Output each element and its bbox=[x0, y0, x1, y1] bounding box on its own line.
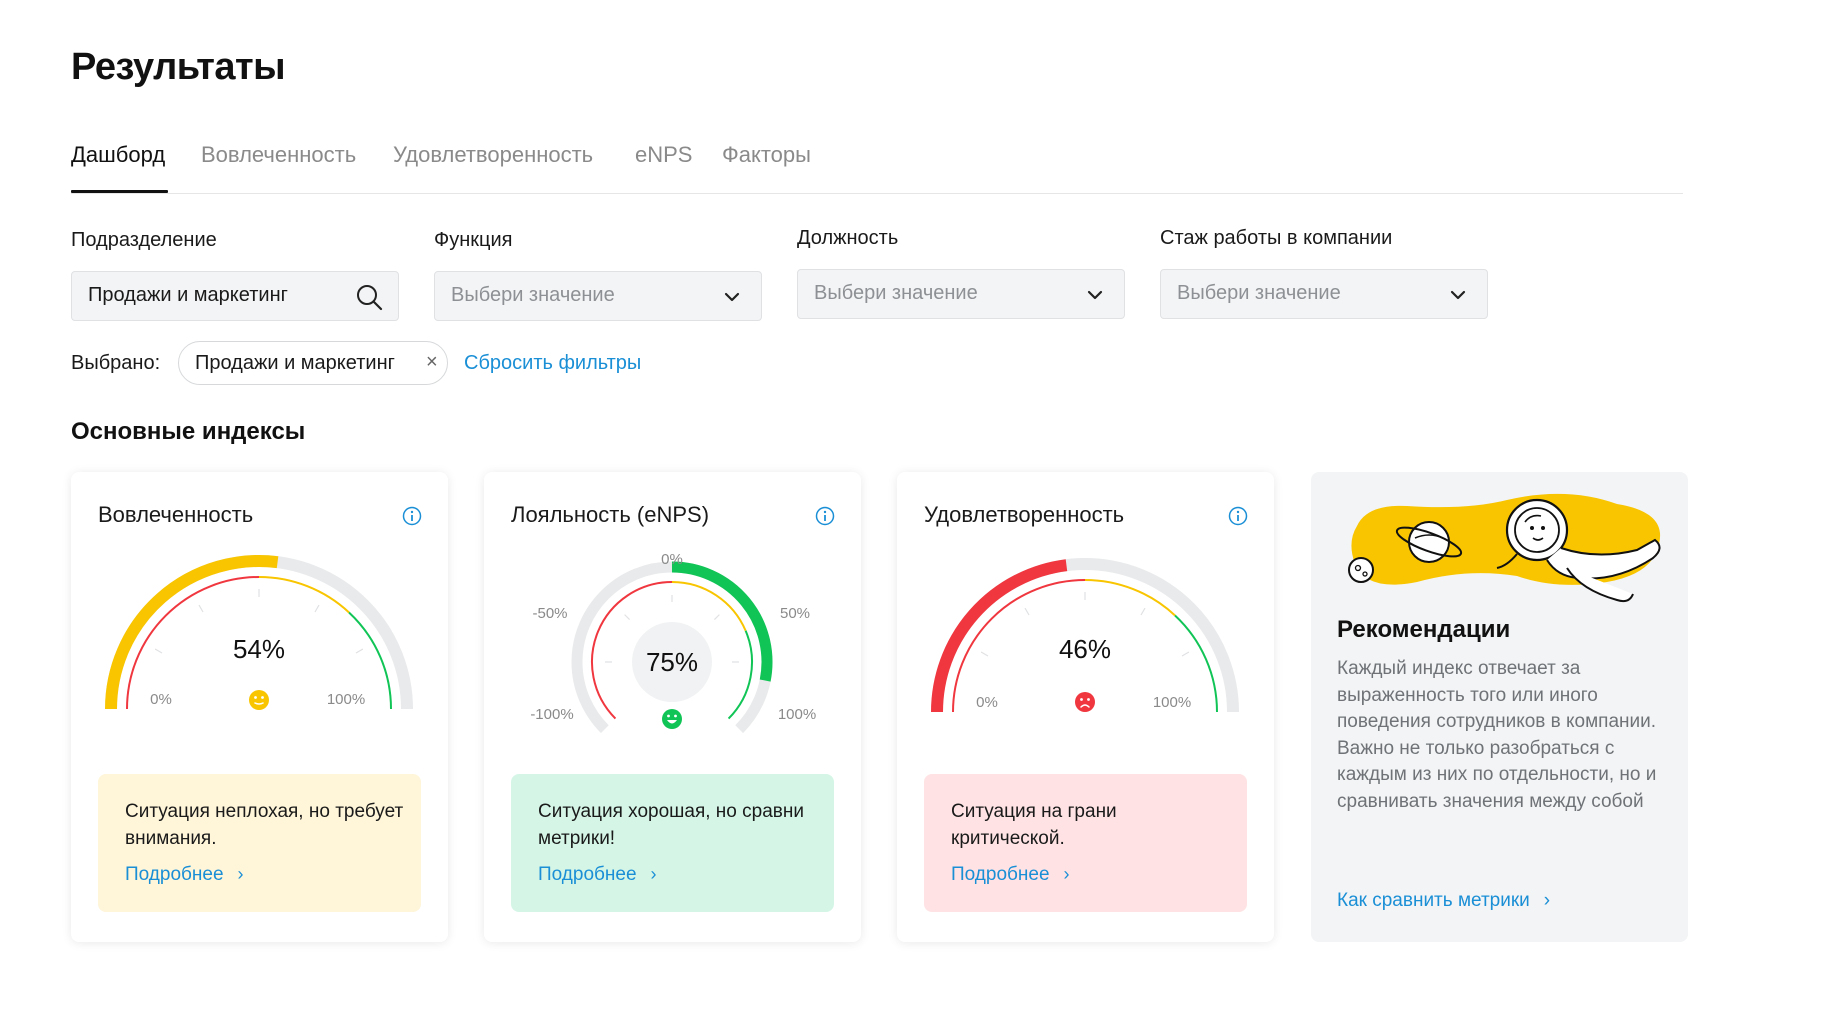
gauge-tick bbox=[154, 648, 163, 654]
section-title: Основные индексы bbox=[71, 418, 306, 445]
enps-value: 75% bbox=[646, 647, 698, 677]
enps-tick-minus-100: -100% bbox=[530, 706, 573, 723]
tab-dashboard[interactable]: Дашборд bbox=[71, 142, 165, 168]
reset-filters-link[interactable]: Сбросить фильтры bbox=[464, 352, 641, 375]
tab-enps[interactable]: eNPS bbox=[635, 142, 692, 168]
satisfaction-max-label: 100% bbox=[1153, 694, 1191, 711]
filter-division-label: Подразделение bbox=[71, 229, 217, 251]
enps-tick bbox=[714, 614, 720, 620]
satisfaction-status-box: Ситуация на грани критической. Подробнее… bbox=[924, 774, 1247, 912]
satisfaction-more-link[interactable]: Подробнее › bbox=[951, 864, 1070, 886]
filter-tenure-label: Стаж работы в компании bbox=[1160, 227, 1393, 249]
filter-position: Должность Выбери значение bbox=[797, 227, 1125, 319]
selected-label: Выбрано: bbox=[71, 352, 161, 374]
gauge-tick bbox=[1140, 607, 1146, 616]
chevron-down-icon bbox=[724, 292, 740, 302]
filter-chip: Продажи и маркетинг × bbox=[178, 341, 448, 385]
function-select-placeholder: Выбери значение bbox=[451, 284, 615, 306]
chevron-right-icon: › bbox=[1063, 864, 1070, 884]
card-enps-title: Лояльность (eNPS) bbox=[511, 502, 710, 527]
compare-metrics-label: Как сравнить метрики bbox=[1337, 890, 1530, 911]
gauge-tick bbox=[980, 651, 989, 657]
enps-tick-100: 100% bbox=[778, 706, 816, 723]
info-icon[interactable] bbox=[1228, 506, 1248, 526]
info-icon[interactable] bbox=[815, 506, 835, 526]
gauge-tick bbox=[1181, 651, 1190, 657]
enps-tick-50: 50% bbox=[780, 605, 810, 622]
chevron-down-icon bbox=[1450, 290, 1466, 300]
small-planet-icon bbox=[1348, 557, 1374, 583]
gauge-tick bbox=[355, 648, 364, 654]
card-satisfaction: Удовлетворенность 46% 0% 100% Ситуация н… bbox=[897, 472, 1274, 942]
gauge-tick bbox=[1024, 607, 1030, 616]
info-icon[interactable] bbox=[402, 506, 422, 526]
enps-tick-minus-50: -50% bbox=[532, 605, 567, 622]
division-search-value: Продажи и маркетинг bbox=[88, 284, 288, 306]
recommendations-text: Каждый индекс отвечает за выраженность т… bbox=[1337, 658, 1657, 812]
division-search-input[interactable]: Продажи и маркетинг bbox=[71, 271, 399, 321]
gauge-tick bbox=[198, 604, 204, 613]
chevron-right-icon: › bbox=[1543, 890, 1551, 911]
engagement-min-label: 0% bbox=[150, 691, 172, 708]
astronaut-illustration bbox=[1348, 493, 1661, 603]
gauge-tick bbox=[314, 604, 320, 613]
function-select[interactable]: Выбери значение bbox=[434, 271, 762, 321]
search-icon[interactable] bbox=[354, 282, 384, 312]
satisfaction-status-text: Ситуация на грани критической. bbox=[951, 801, 1117, 849]
enps-zone-green bbox=[727, 630, 753, 720]
recommendations-title: Рекомендации bbox=[1337, 616, 1511, 643]
satisfaction-gauge-fill bbox=[931, 559, 1068, 713]
position-select[interactable]: Выбери значение bbox=[797, 269, 1125, 319]
enps-more-link[interactable]: Подробнее › bbox=[538, 864, 657, 886]
tenure-select[interactable]: Выбери значение bbox=[1160, 269, 1488, 319]
filter-tenure: Стаж работы в компании Выбери значение bbox=[1160, 227, 1488, 319]
filter-position-label: Должность bbox=[797, 227, 899, 249]
recommendations-card: Рекомендации Каждый индекс отвечает за в… bbox=[1311, 472, 1688, 942]
card-engagement-title: Вовлеченность bbox=[98, 502, 254, 527]
chevron-right-icon: › bbox=[237, 864, 244, 884]
compare-metrics-link[interactable]: Как сравнить метрики › bbox=[1337, 890, 1550, 912]
engagement-more-label: Подробнее bbox=[125, 864, 224, 885]
engagement-value: 54% bbox=[233, 634, 285, 664]
close-icon[interactable]: × bbox=[426, 351, 438, 374]
engagement-more-link[interactable]: Подробнее › bbox=[125, 864, 244, 886]
tab-engagement[interactable]: Вовлеченность bbox=[201, 142, 356, 168]
happy-face-icon bbox=[662, 709, 682, 729]
satisfaction-more-label: Подробнее bbox=[951, 864, 1050, 885]
enps-status-text: Ситуация хорошая, но сравни метрики! bbox=[538, 801, 804, 849]
engagement-max-label: 100% bbox=[327, 691, 365, 708]
filter-function-label: Функция bbox=[434, 229, 513, 251]
filter-chip-label: Продажи и маркетинг bbox=[195, 352, 395, 374]
card-enps: Лояльность (eNPS) 75% -100% -50% 0% 50% … bbox=[484, 472, 861, 942]
engagement-status-box: Ситуация неплохая, но требует внимания. … bbox=[98, 774, 421, 912]
filter-function: Функция Выбери значение bbox=[434, 229, 762, 321]
satisfaction-min-label: 0% bbox=[976, 694, 998, 711]
engagement-status-text: Ситуация неплохая, но требует внимания. bbox=[125, 801, 404, 849]
card-satisfaction-title: Удовлетворенность bbox=[924, 502, 1125, 527]
sad-face-icon bbox=[1075, 692, 1095, 712]
enps-gauge: 75% -100% -50% 0% 50% 100% bbox=[530, 551, 816, 734]
enps-status-box: Ситуация хорошая, но сравни метрики! Под… bbox=[511, 774, 834, 912]
enps-more-label: Подробнее bbox=[538, 864, 637, 885]
enps-tick bbox=[624, 614, 630, 620]
chevron-right-icon: › bbox=[650, 864, 657, 884]
page-title: Результаты bbox=[71, 46, 286, 88]
card-engagement: Вовлеченность 54% 0% 100% Ситуация непло… bbox=[71, 472, 448, 942]
satisfaction-value: 46% bbox=[1059, 634, 1111, 664]
tab-satisfaction[interactable]: Удовлетворенность bbox=[393, 142, 593, 168]
satisfaction-gauge: 46% 0% 100% bbox=[931, 558, 1239, 713]
engagement-gauge: 54% 0% 100% bbox=[105, 555, 413, 710]
tab-bar: Дашборд Вовлеченность Удовлетворенность … bbox=[71, 138, 1683, 194]
position-select-placeholder: Выбери значение bbox=[814, 282, 978, 304]
chevron-down-icon bbox=[1087, 290, 1103, 300]
tab-active-indicator bbox=[71, 190, 168, 193]
tab-factors[interactable]: Факторы bbox=[722, 142, 811, 168]
tenure-select-placeholder: Выбери значение bbox=[1177, 282, 1341, 304]
enps-tick-0: 0% bbox=[661, 551, 683, 568]
filter-division: Подразделение Продажи и маркетинг bbox=[71, 229, 399, 321]
neutral-face-icon bbox=[249, 690, 269, 710]
